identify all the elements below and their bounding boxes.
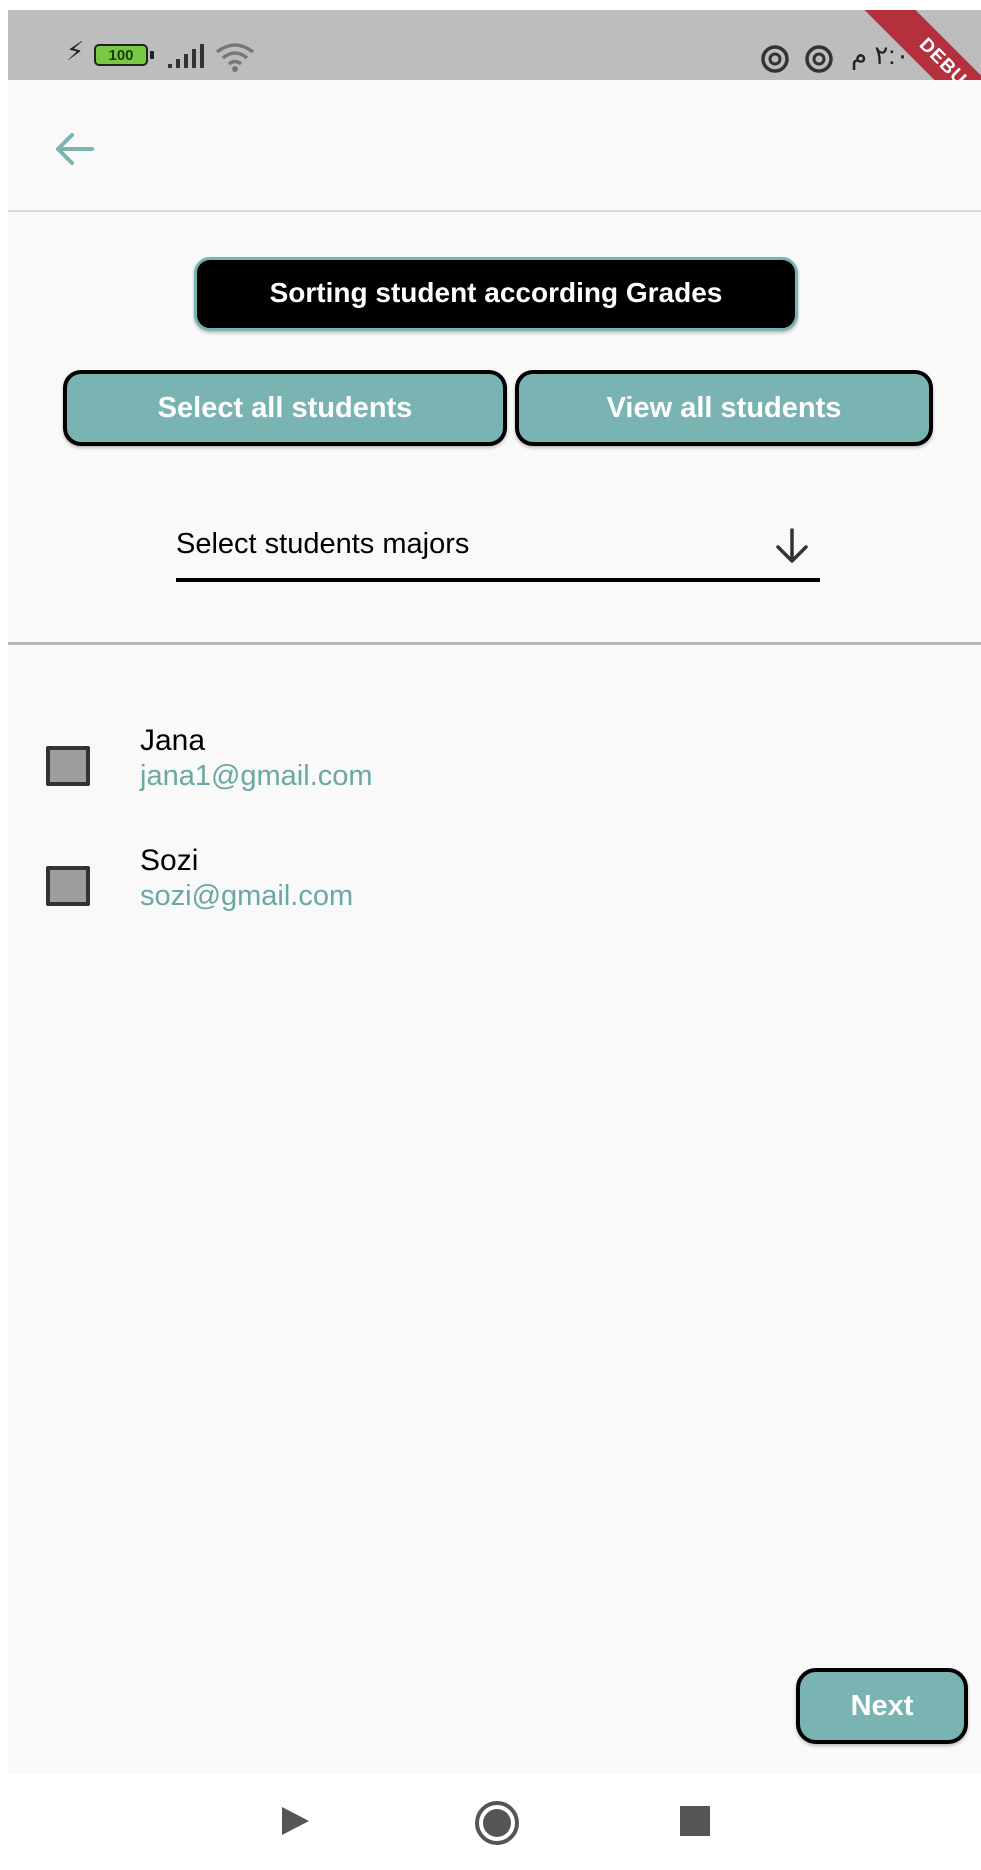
- view-all-students-button[interactable]: View all students: [515, 370, 933, 446]
- nav-home-icon[interactable]: [474, 1800, 520, 1846]
- arrow-down-icon: [776, 528, 808, 563]
- student-checkbox[interactable]: [46, 746, 90, 786]
- select-all-students-button[interactable]: Select all students: [63, 370, 507, 446]
- student-checkbox[interactable]: [46, 866, 90, 906]
- next-button[interactable]: Next: [796, 1668, 968, 1744]
- signal-icon: [168, 44, 204, 68]
- student-name: Jana: [140, 724, 206, 757]
- student-email: sozi@gmail.com: [140, 880, 354, 912]
- student-list-item[interactable]: Jana jana1@gmail.com: [8, 714, 981, 824]
- majors-dropdown-label: Select students majors: [176, 528, 470, 560]
- battery-tip: [150, 51, 154, 59]
- nav-recents-icon[interactable]: [680, 1806, 710, 1836]
- back-arrow-icon[interactable]: [52, 126, 98, 172]
- notification-icon: [761, 45, 789, 73]
- student-list-item[interactable]: Sozi sozi@gmail.com: [8, 834, 981, 944]
- status-bar: ⚡ 100 ٢:٠٩ م: [8, 10, 981, 80]
- app-screen: ⚡ 100 ٢:٠٩ م DEBUG Sorting student accor…: [8, 10, 981, 1870]
- battery-icon: 100: [94, 44, 148, 66]
- app-bar: [8, 80, 981, 212]
- majors-dropdown[interactable]: Select students majors: [176, 510, 820, 582]
- student-email: jana1@gmail.com: [140, 760, 373, 792]
- wifi-icon: [215, 43, 255, 72]
- charging-icon: ⚡: [66, 36, 85, 66]
- student-name: Sozi: [140, 844, 199, 877]
- section-divider: [8, 642, 981, 645]
- system-nav-bar: [8, 1774, 981, 1870]
- nav-back-icon[interactable]: [278, 1804, 312, 1838]
- notification-icon: [805, 45, 833, 73]
- sort-by-grades-button[interactable]: Sorting student according Grades: [194, 257, 798, 331]
